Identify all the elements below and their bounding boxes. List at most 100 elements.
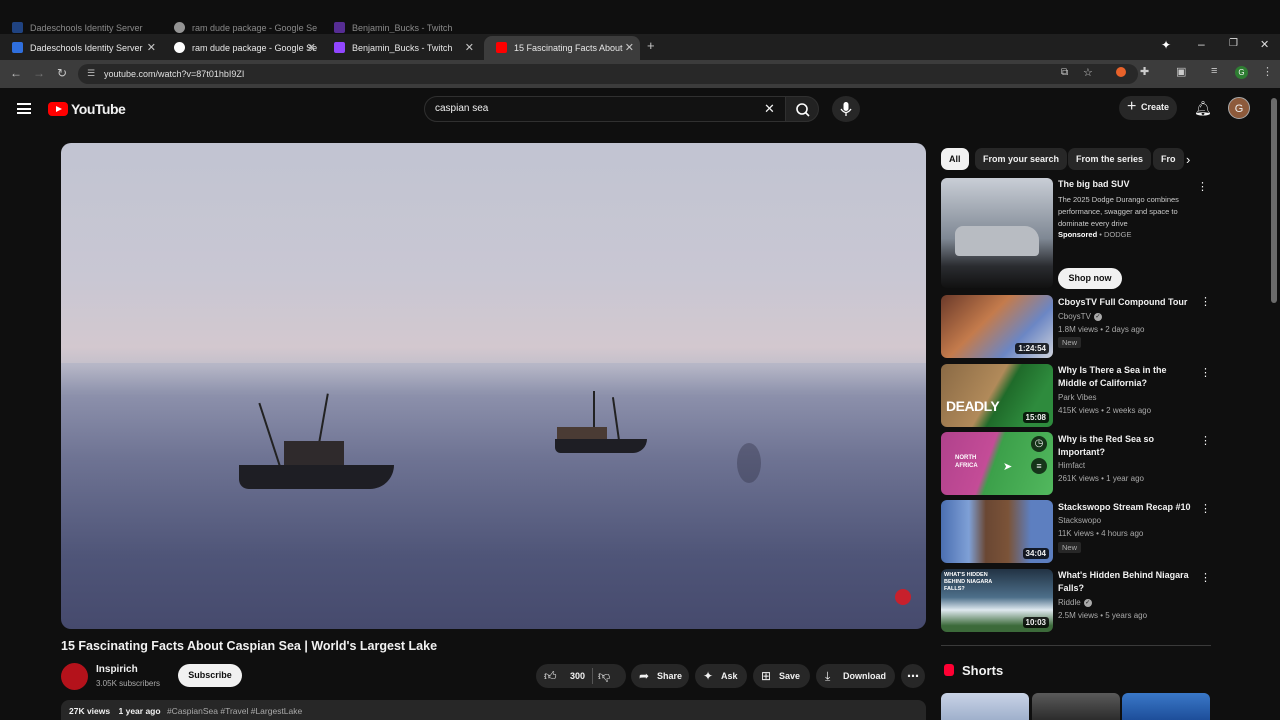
more-options-icon[interactable]: ⋮ xyxy=(1200,571,1211,584)
tab-twitch[interactable]: Benjamin_Bucks - Twitch ✕ xyxy=(322,36,482,60)
thumbs-down-icon[interactable]: 👎︎ xyxy=(598,669,610,684)
channel-name[interactable]: Riddle xyxy=(1058,598,1081,607)
like-button[interactable]: 👍︎ 300 xyxy=(536,664,626,688)
profile-icon[interactable]: G xyxy=(1235,66,1248,79)
video-player[interactable] xyxy=(61,143,926,629)
hamburger-menu-icon[interactable] xyxy=(17,103,31,114)
short-thumbnail[interactable] xyxy=(1122,693,1210,720)
bookmark-star-icon[interactable]: ☆ xyxy=(1083,66,1093,79)
hashtags[interactable]: #CaspianSea #Travel #LargestLake xyxy=(167,706,302,716)
search-button[interactable] xyxy=(785,96,819,122)
forward-icon[interactable]: → xyxy=(33,66,45,80)
chip-from-your-search[interactable]: From your search xyxy=(975,148,1068,170)
shorts-logo-icon xyxy=(944,664,954,676)
new-badge: New xyxy=(1058,542,1082,553)
voice-search-button[interactable] xyxy=(832,96,860,122)
account-avatar[interactable]: G xyxy=(1228,97,1250,119)
restore-icon[interactable]: ❐ xyxy=(1229,38,1238,49)
shop-now-button[interactable]: Shop now xyxy=(1058,268,1122,289)
recommendation-title[interactable]: What's Hidden Behind Niagara Falls? xyxy=(1058,569,1193,595)
media-controls-icon[interactable]: ≡ xyxy=(1211,65,1217,77)
recommendation-item[interactable]: WHAT'S HIDDEN BEHIND NIAGARA FALLS? 10:0… xyxy=(941,569,1211,632)
sparkle-icon: ✦ xyxy=(703,669,714,683)
thumbs-up-icon: 👍︎ xyxy=(544,669,557,683)
video-thumbnail[interactable]: 1:24:54 xyxy=(941,295,1053,358)
verified-check-icon: ✓ xyxy=(1083,598,1092,607)
side-panel-icon[interactable]: ▣ xyxy=(1176,65,1186,78)
close-tab-icon[interactable]: ✕ xyxy=(465,41,474,54)
video-thumbnail[interactable]: 34:04 xyxy=(941,500,1053,563)
browser-menu-icon[interactable]: ⋮ xyxy=(1262,65,1273,78)
close-tab-icon[interactable]: ✕ xyxy=(307,41,316,54)
back-icon[interactable]: ← xyxy=(10,66,22,80)
more-options-icon[interactable]: ⋮ xyxy=(1200,366,1211,379)
chip-from-the-series[interactable]: From the series xyxy=(1068,148,1152,170)
channel-name[interactable]: Inspirich xyxy=(96,664,138,675)
window-close-icon[interactable]: ✕ xyxy=(1260,38,1269,51)
recommendation-item[interactable]: 1:24:54 CboysTV Full Compound Tour Cboys… xyxy=(941,295,1211,358)
url-bar[interactable]: ☰ youtube.com/watch?v=87t01hbI9ZI ⧉ ☆ xyxy=(78,64,1138,84)
watch-later-clock-icon[interactable]: ◷ xyxy=(1031,436,1047,452)
close-tab-icon[interactable]: ✕ xyxy=(625,41,634,54)
subscribe-button[interactable]: Subscribe xyxy=(178,664,242,687)
more-actions-button[interactable]: ⋯ xyxy=(901,664,925,688)
search-input[interactable]: caspian sea xyxy=(424,96,789,122)
recommendation-title[interactable]: Why Is There a Sea in the Middle of Cali… xyxy=(1058,364,1193,390)
clear-search-icon[interactable]: ✕ xyxy=(764,101,775,117)
video-thumbnail[interactable]: WHAT'S HIDDEN BEHIND NIAGARA FALLS? 10:0… xyxy=(941,569,1053,632)
more-options-icon[interactable]: ⋮ xyxy=(1197,180,1208,193)
new-tab-icon[interactable]: + xyxy=(647,38,655,53)
install-icon[interactable]: ⧉ xyxy=(1061,67,1068,78)
channel-avatar[interactable] xyxy=(61,663,88,690)
channel-name[interactable]: Park Vibes xyxy=(1058,393,1097,402)
channel-name[interactable]: Himfact xyxy=(1058,461,1085,470)
more-options-icon[interactable]: ⋮ xyxy=(1200,502,1211,515)
recommendation-item[interactable]: 34:04 Stackswopo Stream Recap #10 Stacks… xyxy=(941,500,1211,563)
save-button[interactable]: ⊞ Save xyxy=(753,664,810,688)
recommendation-title[interactable]: Why is the Red Sea so Important? xyxy=(1058,433,1193,459)
gemini-icon[interactable]: ✦ xyxy=(1161,38,1171,52)
chevron-right-icon[interactable]: › xyxy=(1186,152,1190,167)
recommendation-title[interactable]: CboysTV Full Compound Tour xyxy=(1058,296,1193,309)
ad-thumbnail[interactable] xyxy=(941,178,1053,288)
share-button[interactable]: ➦ Share xyxy=(631,664,689,688)
short-thumbnail[interactable] xyxy=(941,693,1029,720)
channel-watermark-icon[interactable] xyxy=(895,589,911,605)
more-options-icon[interactable]: ⋮ xyxy=(1200,434,1211,447)
close-tab-icon[interactable]: ✕ xyxy=(147,41,156,54)
add-to-queue-icon[interactable]: ≡ xyxy=(1031,458,1047,474)
description-box[interactable]: 27K views 1 year ago #CaspianSea #Travel… xyxy=(61,700,926,720)
channel-name[interactable]: CboysTV xyxy=(1058,312,1091,321)
save-playlist-icon: ⊞ xyxy=(761,669,772,683)
channel-name[interactable]: Stackswopo xyxy=(1058,516,1101,525)
tab-google-search[interactable]: ram dude package - Google Se ✕ xyxy=(162,36,322,60)
recommendation-title[interactable]: Stackswopo Stream Recap #10 xyxy=(1058,501,1193,514)
site-info-icon[interactable]: ☰ xyxy=(87,68,95,79)
short-thumbnail[interactable] xyxy=(1032,693,1120,720)
recommendation-item[interactable]: NORTH AFRICA ◷ ≡ ➤ Why is the Red Sea so… xyxy=(941,432,1211,495)
video-thumbnail[interactable]: DEADLY 15:08 xyxy=(941,364,1053,427)
microphone-icon xyxy=(840,102,852,116)
video-thumbnail[interactable]: NORTH AFRICA ◷ ≡ ➤ xyxy=(941,432,1053,495)
extensions-puzzle-icon[interactable]: ✚ xyxy=(1140,65,1149,78)
plus-icon: + xyxy=(1127,98,1137,115)
create-button[interactable]: + Create xyxy=(1119,96,1177,120)
notifications-bell-icon[interactable]: 🔔︎ xyxy=(1194,100,1212,117)
page-scrollbar[interactable] xyxy=(1271,98,1277,303)
chip-more[interactable]: Fro xyxy=(1153,148,1184,170)
reload-icon[interactable]: ↻ xyxy=(57,66,67,80)
sponsored-ad[interactable]: The big bad SUV The 2025 Dodge Durango c… xyxy=(941,178,1211,293)
extension-icon[interactable] xyxy=(1116,67,1126,77)
more-options-icon[interactable]: ⋮ xyxy=(1200,295,1211,308)
chip-all[interactable]: All xyxy=(941,148,969,170)
minimize-icon[interactable]: – xyxy=(1198,37,1205,51)
recommendation-meta: 261K views • 1 year ago xyxy=(1058,474,1144,483)
ask-button[interactable]: ✦ Ask xyxy=(695,664,747,688)
youtube-header: YouTube caspian sea ✕ + Create 🔔︎ G xyxy=(0,88,1280,132)
ad-title[interactable]: The big bad SUV xyxy=(1058,178,1193,191)
tab-dadeschools[interactable]: Dadeschools Identity Server ✕ xyxy=(0,36,162,60)
tab-youtube-active[interactable]: 15 Fascinating Facts About ✕ xyxy=(484,36,640,60)
recommendation-item[interactable]: DEADLY 15:08 Why Is There a Sea in the M… xyxy=(941,364,1211,427)
download-button[interactable]: ⤓ Download xyxy=(816,664,895,688)
youtube-logo[interactable]: YouTube xyxy=(48,101,126,117)
